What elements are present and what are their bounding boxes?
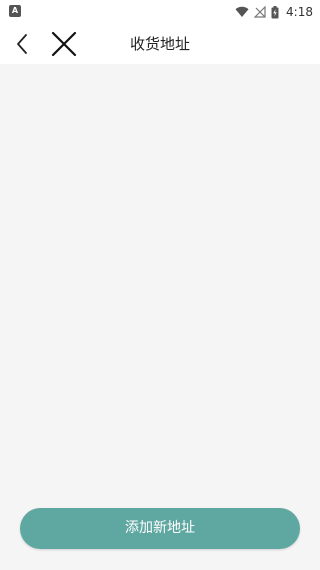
nav-bar: 收货地址 <box>0 24 320 64</box>
chevron-left-icon <box>17 34 27 54</box>
notification-a-icon: A <box>9 5 21 17</box>
close-button[interactable] <box>48 28 80 60</box>
add-address-button[interactable]: 添加新地址 <box>20 508 300 549</box>
status-time: 4:18 <box>286 5 313 19</box>
close-icon <box>51 31 77 57</box>
back-button[interactable] <box>8 30 36 58</box>
status-icons: 4:18 <box>235 0 313 24</box>
wifi-icon <box>235 6 249 18</box>
status-bar: A 4:18 <box>0 0 320 24</box>
address-list <box>0 64 320 570</box>
battery-charging-icon <box>271 5 279 18</box>
no-signal-icon <box>254 6 266 18</box>
